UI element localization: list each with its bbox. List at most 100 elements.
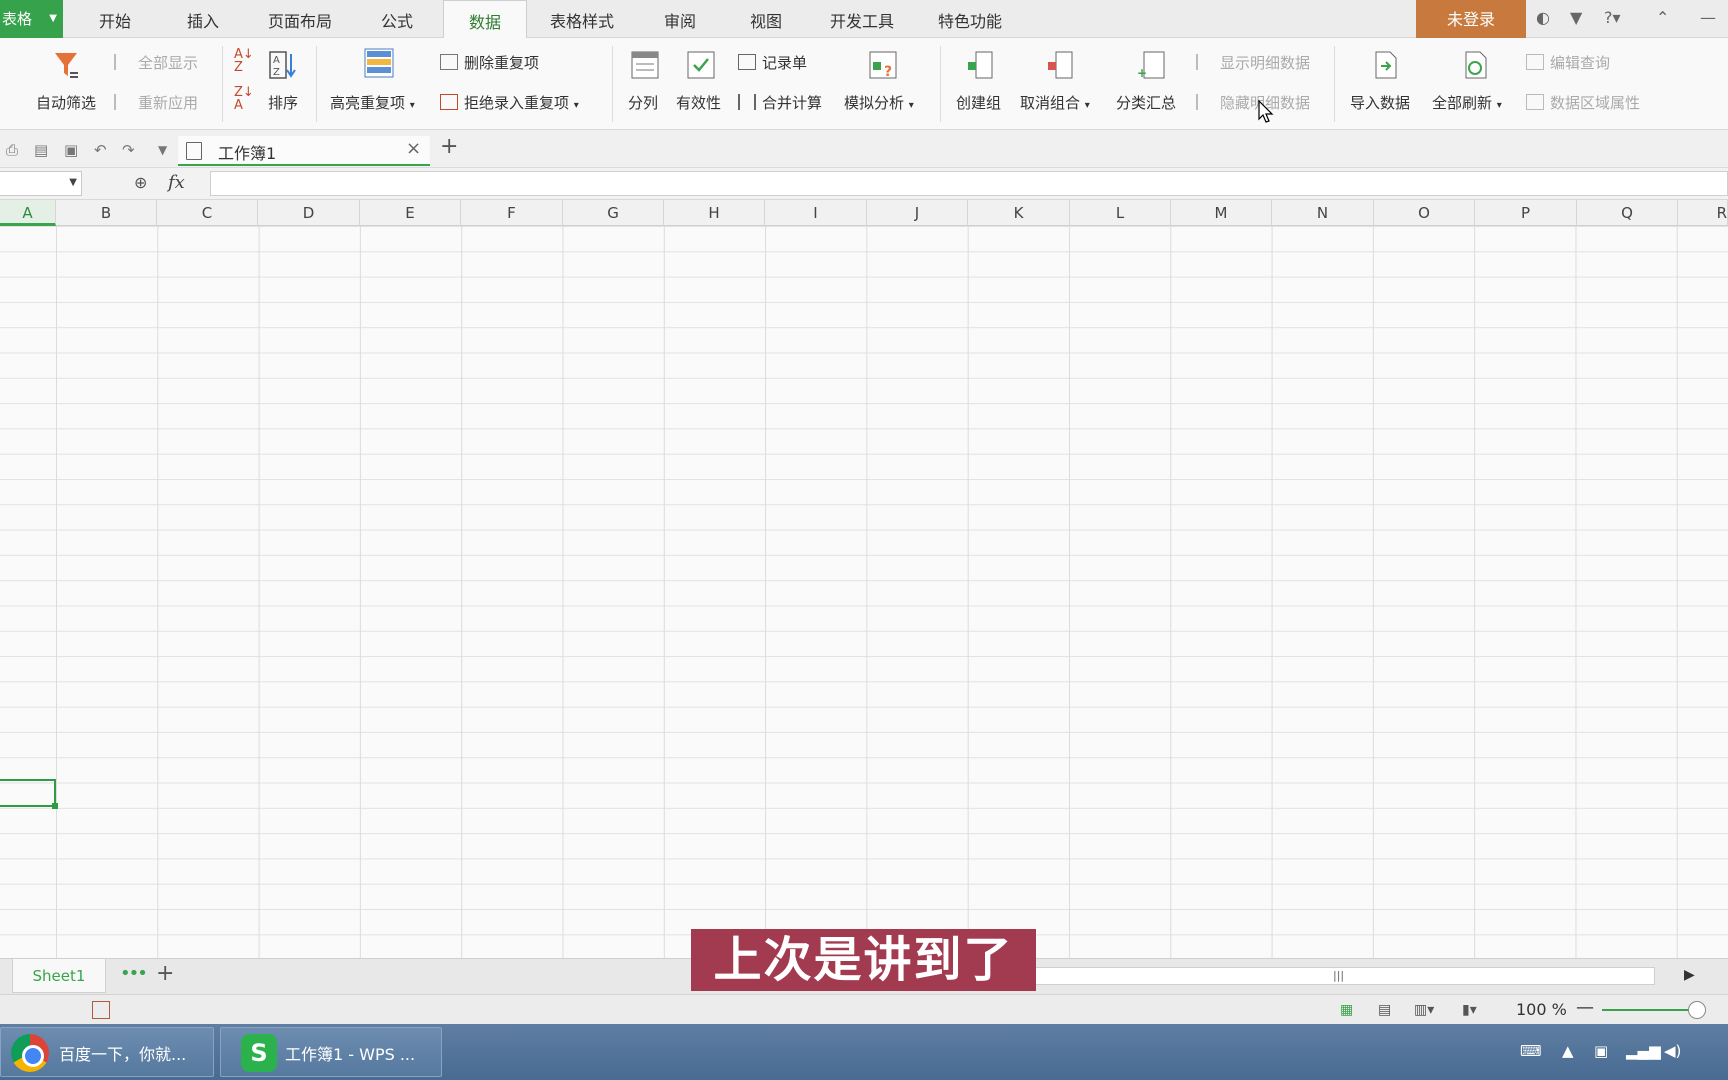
scroll-right-icon[interactable]: ▶ (1684, 967, 1695, 983)
refresh-all-button[interactable]: 全部刷新 ▾ (1432, 92, 1502, 113)
column-header-k[interactable]: K (968, 200, 1070, 226)
taskbar-chrome-button[interactable]: 百度一下，你就... (0, 1027, 214, 1077)
sort-desc-icon[interactable]: Z↓ A (234, 86, 254, 112)
tab-formula[interactable]: 公式 (360, 0, 434, 38)
tab-developer[interactable]: 开发工具 (818, 0, 906, 38)
collapse-ribbon-icon[interactable]: ⌃ (1656, 8, 1669, 27)
column-header-m[interactable]: M (1171, 200, 1272, 226)
tab-home[interactable]: 开始 (78, 0, 152, 38)
preview-icon[interactable]: ▣ (64, 141, 78, 159)
active-cell[interactable] (0, 779, 58, 809)
name-box[interactable]: ▼ (0, 171, 82, 196)
validity-button[interactable]: 有效性 (676, 92, 721, 113)
what-if-button[interactable]: 模拟分析 ▾ (844, 92, 914, 113)
help-icon[interactable]: ?▾ (1604, 8, 1621, 27)
zoom-slider-thumb[interactable] (1688, 1001, 1706, 1019)
keyboard-icon[interactable]: ⌨ (1520, 1042, 1542, 1060)
tab-insert[interactable]: 插入 (168, 0, 238, 38)
app-menu-button[interactable]: 表格 ▼ (0, 0, 63, 38)
tab-page-layout[interactable]: 页面布局 (256, 0, 344, 38)
column-header-r[interactable]: R (1678, 200, 1728, 226)
tab-review[interactable]: 审阅 (640, 0, 720, 38)
page-break-view-icon[interactable]: ▤ (1378, 1002, 1391, 1018)
column-header-o[interactable]: O (1374, 200, 1475, 226)
edit-query-button[interactable]: 编辑查询 (1526, 52, 1610, 73)
column-header-e[interactable]: E (360, 200, 461, 226)
reading-mode-icon[interactable]: ▮▾ (1462, 1002, 1477, 1018)
network-signal-icon[interactable]: ▂▄▆ (1626, 1042, 1661, 1060)
show-detail-button[interactable]: 显示明细数据 (1196, 52, 1310, 73)
tab-view[interactable]: 视图 (728, 0, 804, 38)
column-header-d[interactable]: D (258, 200, 360, 226)
add-sheet-button[interactable]: + (156, 961, 174, 986)
merge-calc-button[interactable]: 合并计算 (738, 92, 822, 113)
zoom-out-icon[interactable]: — (1576, 997, 1594, 1018)
column-header-a[interactable]: A (0, 200, 56, 226)
new-tab-button[interactable]: + (440, 134, 458, 159)
zoom-level[interactable]: 100 % (1516, 1000, 1567, 1019)
login-button[interactable]: 未登录 (1416, 0, 1526, 38)
auto-filter-button[interactable]: 自动筛选 (36, 92, 96, 113)
record-form-button[interactable]: 记录单 (738, 52, 807, 73)
highlight-duplicates-button[interactable]: 高亮重复项 ▾ (330, 92, 415, 113)
delete-duplicates-icon (440, 54, 458, 70)
column-header-l[interactable]: L (1070, 200, 1171, 226)
column-header-g[interactable]: G (563, 200, 664, 226)
shirt-icon[interactable]: ▼ (1570, 8, 1582, 27)
column-header-p[interactable]: P (1475, 200, 1577, 226)
minimize-icon[interactable]: — (1700, 8, 1716, 27)
taskbar-wps-button[interactable]: S 工作簿1 - WPS ... (220, 1027, 442, 1077)
delete-duplicates-button[interactable]: 删除重复项 (440, 52, 539, 73)
column-header-i[interactable]: I (765, 200, 867, 226)
what-if-icon: ? (869, 51, 897, 80)
close-icon[interactable]: × (406, 138, 421, 159)
sort-asc-icon[interactable]: A↓ Z (234, 48, 254, 74)
tab-data[interactable]: 数据 (443, 0, 527, 39)
ungroup-button[interactable]: 取消组合 ▾ (1020, 92, 1090, 113)
tray-expand-icon[interactable]: ▲ (1562, 1042, 1574, 1060)
zoom-search-icon[interactable]: ⊕ (134, 173, 147, 192)
column-header-c[interactable]: C (157, 200, 258, 226)
split-column-button[interactable]: 分列 (628, 92, 658, 113)
range-properties-button[interactable]: 数据区域属性 (1526, 92, 1640, 113)
clipboard-icon[interactable]: ▣ (1594, 1042, 1608, 1060)
column-header-q[interactable]: Q (1577, 200, 1678, 226)
column-header-j[interactable]: J (867, 200, 968, 226)
import-data-button[interactable]: 导入数据 (1350, 92, 1410, 113)
column-header-b[interactable]: B (56, 200, 157, 226)
zoom-slider-track[interactable] (1602, 1009, 1700, 1011)
horizontal-scrollbar[interactable]: ||| (1030, 967, 1655, 985)
page-layout-view-icon[interactable]: ▥▾ (1414, 1002, 1434, 1018)
insert-function-button[interactable]: fx (168, 172, 185, 193)
ungroup-icon (1048, 51, 1073, 79)
formula-input[interactable] (210, 171, 1728, 196)
create-group-icon (968, 51, 993, 79)
more-sheets-icon[interactable]: ••• (120, 963, 148, 984)
undo-icon[interactable]: ↶ (94, 141, 107, 159)
show-all-label: 全部显示 (138, 54, 199, 72)
document-status-icon[interactable] (92, 1001, 110, 1019)
column-header-h[interactable]: H (664, 200, 765, 226)
redo-icon[interactable]: ↷ (122, 141, 135, 159)
print-icon[interactable]: ⎙ (6, 141, 18, 159)
create-group-button[interactable]: 创建组 (956, 92, 1001, 113)
sort-button[interactable]: 排序 (268, 92, 298, 113)
print-preview-icon[interactable]: ▤ (34, 141, 48, 159)
tab-table-style[interactable]: 表格样式 (540, 0, 624, 38)
show-detail-label: 显示明细数据 (1220, 54, 1311, 72)
volume-icon[interactable]: ◀) (1664, 1042, 1681, 1060)
show-all-button[interactable]: 全部显示 (114, 52, 198, 73)
reapply-button[interactable]: 重新应用 (114, 92, 198, 113)
reject-duplicates-button[interactable]: 拒绝录入重复项 ▾ (440, 92, 579, 113)
normal-view-icon[interactable]: ▦ (1340, 1002, 1353, 1018)
sheet-tab-sheet1[interactable]: Sheet1 (12, 959, 106, 993)
subtotal-button[interactable]: 分类汇总 (1116, 92, 1176, 113)
column-header-f[interactable]: F (461, 200, 563, 226)
column-header-n[interactable]: N (1272, 200, 1374, 226)
tab-special[interactable]: 特色功能 (924, 0, 1016, 38)
cell-grid[interactable] (0, 226, 1728, 958)
skin-icon[interactable]: ◐ (1536, 8, 1550, 27)
document-tab[interactable]: 工作簿1 × (178, 136, 430, 166)
hide-detail-button[interactable]: 隐藏明细数据 (1196, 92, 1310, 113)
customize-dropdown-icon[interactable]: ▼ (158, 143, 167, 157)
